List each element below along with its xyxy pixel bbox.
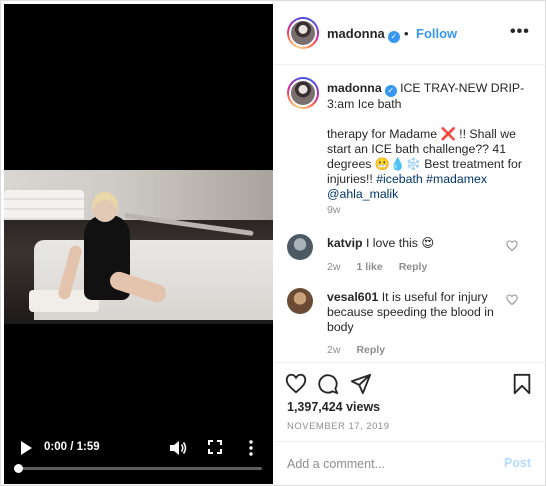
- instagram-post: 0:00 / 1:59 madonna ✓ • Follow ••• madon…: [0, 0, 546, 486]
- caption-username[interactable]: madonna: [327, 81, 382, 95]
- follow-button[interactable]: Follow: [416, 26, 457, 41]
- comment-username[interactable]: katvip: [327, 236, 363, 250]
- add-comment-bar: Post: [274, 441, 546, 486]
- post-button[interactable]: Post: [504, 456, 531, 470]
- play-icon[interactable]: [18, 440, 34, 456]
- comment-text: vesal601 It is useful for injury because…: [327, 290, 507, 335]
- comment-time[interactable]: 2w: [327, 344, 340, 356]
- avatar[interactable]: [287, 234, 313, 260]
- heart-icon[interactable]: [506, 294, 518, 306]
- comment-input[interactable]: [287, 454, 487, 474]
- person-head-image: [92, 192, 118, 222]
- hashtag-link[interactable]: #madamex: [426, 172, 487, 186]
- post-header: madonna ✓ • Follow •••: [274, 1, 546, 65]
- share-icon[interactable]: [350, 373, 372, 395]
- comment-meta: 2w 1 like Reply: [327, 261, 443, 273]
- volume-icon[interactable]: [169, 440, 187, 456]
- header-username[interactable]: madonna ✓: [327, 26, 400, 43]
- avatar[interactable]: [287, 288, 313, 314]
- video-time: 0:00 / 1:59: [44, 441, 100, 453]
- reply-button[interactable]: Reply: [356, 344, 385, 356]
- post-date[interactable]: NOVEMBER 17, 2019: [287, 421, 390, 432]
- post-actions: 1,397,424 views NOVEMBER 17, 2019: [274, 362, 546, 441]
- comment-icon[interactable]: [317, 373, 339, 395]
- reply-button[interactable]: Reply: [399, 261, 428, 273]
- comments-section[interactable]: madonna ✓ ICE TRAY-NEW DRIP-3:am Ice bath…: [274, 66, 546, 362]
- comment-username[interactable]: vesal601: [327, 290, 378, 304]
- comment-time[interactable]: 2w: [327, 261, 340, 273]
- caption-avatar[interactable]: [287, 77, 319, 109]
- views-count: 1,397,424 views: [287, 400, 381, 414]
- avatar-image: [289, 79, 317, 107]
- like-heart-icon[interactable]: [285, 373, 307, 395]
- video-frame[interactable]: [4, 170, 273, 324]
- video-player[interactable]: 0:00 / 1:59: [4, 4, 273, 484]
- bookmark-icon[interactable]: [511, 373, 533, 395]
- comment-likes[interactable]: 1 like: [356, 261, 382, 273]
- username-text[interactable]: madonna: [327, 26, 385, 41]
- more-vertical-icon[interactable]: [247, 440, 255, 456]
- verified-badge-icon: ✓: [387, 31, 400, 43]
- comment-body: I love this 😍: [365, 236, 435, 250]
- more-options-icon[interactable]: •••: [510, 23, 530, 41]
- post-side-panel: madonna ✓ • Follow ••• madonna ✓ ICE TRAY-…: [274, 1, 546, 486]
- caption-body: therapy for Madame ❌ !! Shall we start a…: [327, 127, 522, 186]
- progress-thumb[interactable]: [14, 464, 23, 473]
- progress-bar[interactable]: [14, 464, 262, 473]
- verified-badge-icon: ✓: [384, 85, 397, 97]
- avatar[interactable]: [287, 17, 319, 49]
- video-controls: 0:00 / 1:59: [4, 432, 273, 473]
- heart-icon[interactable]: [506, 240, 518, 252]
- avatar-image: [289, 19, 317, 47]
- hashtag-link[interactable]: #icebath: [376, 172, 423, 186]
- mention-link[interactable]: @ahla_malik: [327, 187, 398, 201]
- comment-meta: 2w Reply: [327, 344, 401, 356]
- caption-timestamp[interactable]: 9w: [327, 204, 340, 216]
- comment-text: katvip I love this 😍: [327, 236, 507, 251]
- separator-dot: •: [404, 26, 409, 41]
- fullscreen-icon[interactable]: [208, 440, 222, 454]
- caption: madonna ✓ ICE TRAY-NEW DRIP-3:am Ice bath…: [327, 81, 537, 202]
